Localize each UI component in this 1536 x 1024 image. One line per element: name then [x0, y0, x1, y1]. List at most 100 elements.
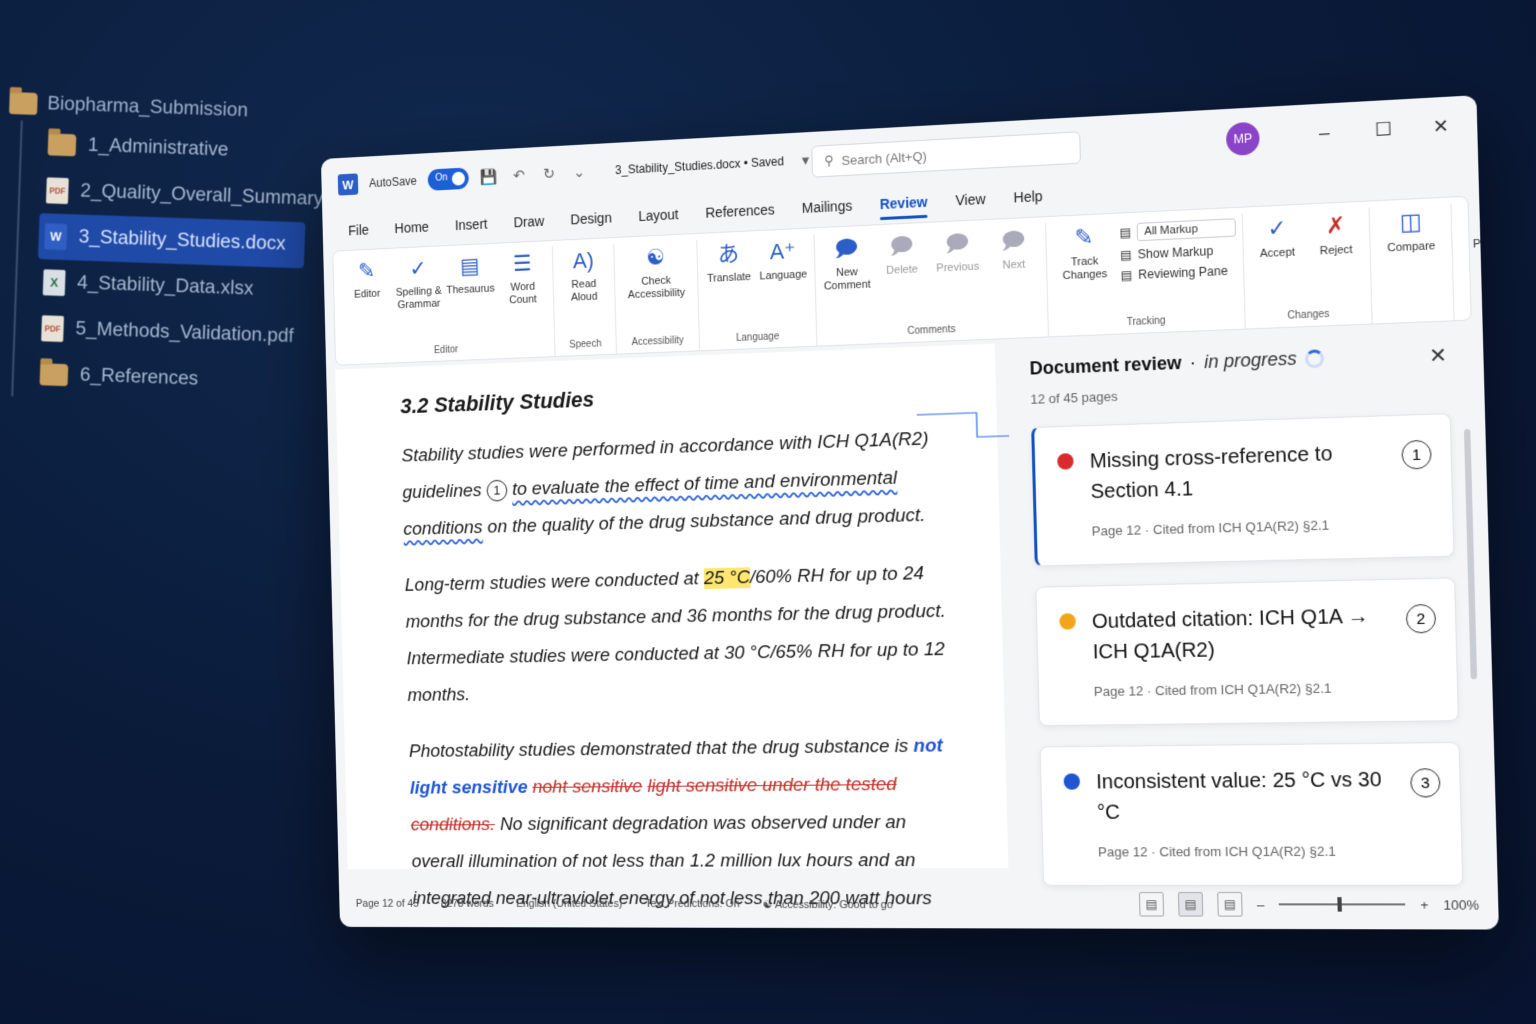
paragraph-2[interactable]: Long-term studies were conducted at 25 °…	[404, 554, 954, 714]
maximize-icon[interactable]: ☐	[1362, 114, 1405, 145]
tree-item-label: 6_References	[80, 365, 199, 391]
severity-dot-icon	[1059, 613, 1076, 630]
issue-meta: Page 12 · Cited from ICH Q1A(R2) §2.1	[1094, 679, 1436, 699]
tab-help[interactable]: Help	[1001, 187, 1055, 214]
word-count-button[interactable]: ☰ Word Count	[497, 247, 547, 308]
compare-button[interactable]: ◫ Compare	[1376, 204, 1445, 256]
translate-icon: あ	[715, 240, 743, 269]
markup-select[interactable]: All Markup	[1137, 218, 1236, 241]
accept-icon: ✓	[1262, 214, 1292, 244]
excel-file-icon: X	[43, 269, 66, 296]
search-icon: ⚲	[824, 153, 834, 169]
tab-mailings[interactable]: Mailings	[790, 197, 864, 225]
check-accessibility-button[interactable]: ☯ Check Accessibility	[620, 240, 692, 303]
search-box[interactable]: ⚲ Search (Alt+Q)	[811, 131, 1081, 177]
autosave-toggle[interactable]: On	[428, 167, 469, 190]
reviewing-pane-label: Reviewing Pane	[1138, 264, 1228, 282]
close-pane-icon[interactable]: ✕	[1429, 342, 1448, 369]
tree-item-label: 4_Stability_Data.xlsx	[77, 272, 254, 300]
language-button[interactable]: A⁺ Language	[757, 235, 809, 284]
previous-comment-button[interactable]: 🗩 Previous	[931, 226, 984, 276]
avatar[interactable]: MP	[1226, 122, 1260, 157]
show-markup-button[interactable]: ▤ Show Markup	[1120, 243, 1237, 263]
zoom-slider[interactable]	[1279, 903, 1405, 905]
read-mode-icon[interactable]: ▤	[1139, 892, 1164, 916]
new-comment-button[interactable]: 🗩 New Comment	[820, 232, 873, 294]
issue-marker-1[interactable]: 1	[486, 480, 507, 502]
issue-title: Outdated citation: ICH Q1A → ICH Q1A(R2)	[1092, 601, 1384, 668]
accessibility-status-label: Accessibility: Good to go	[775, 899, 893, 911]
file-tree: Biopharma_Submission 1_Administrative PD…	[0, 86, 310, 406]
language-status[interactable]: English (United States)	[516, 898, 622, 910]
read-aloud-button[interactable]: A) Read Aloud	[558, 244, 609, 305]
close-icon[interactable]: ✕	[1419, 111, 1463, 142]
accept-button[interactable]: ✓ Accept	[1249, 211, 1305, 262]
page-indicator[interactable]: Page 12 of 45	[356, 898, 419, 910]
tab-design[interactable]: Design	[559, 209, 624, 236]
severity-dot-icon	[1057, 453, 1074, 470]
tab-draw[interactable]: Draw	[502, 213, 556, 239]
track-changes-label: Track Changes	[1053, 254, 1117, 284]
issue-card-3[interactable]: Inconsistent value: 25 °C vs 30 °C Page …	[1040, 742, 1464, 886]
highlighted-value[interactable]: 25 °C	[704, 567, 751, 589]
word-count-status[interactable]: 8278 words	[441, 898, 494, 910]
tree-children: 1_Administrative PDF 2_Quality_Overall_S…	[11, 120, 308, 406]
zoom-level[interactable]: 100%	[1443, 897, 1479, 913]
reject-button[interactable]: ✗ Reject	[1308, 208, 1364, 259]
save-icon[interactable]: 💾	[480, 167, 499, 187]
issue-page: Page 12	[1091, 522, 1141, 539]
minimize-icon[interactable]: –	[1303, 117, 1346, 148]
word-file-icon: W	[44, 223, 67, 250]
tracked-deletion-1[interactable]: noht sensitive	[532, 776, 642, 797]
delete-comment-button[interactable]: 🗩 Delete	[875, 229, 928, 279]
undo-icon[interactable]: ↶	[509, 165, 528, 185]
issue-citation: Cited from ICH Q1A(R2) §2.1	[1159, 843, 1336, 859]
web-layout-icon[interactable]: ▤	[1217, 892, 1243, 917]
redo-icon[interactable]: ↻	[539, 164, 558, 184]
status-bar: Page 12 of 45 8278 words English (United…	[339, 879, 1499, 929]
paragraph-1[interactable]: Stability studies were performed in acco…	[401, 420, 950, 549]
issue-citation: Cited from ICH Q1A(R2) §2.1	[1153, 517, 1330, 537]
group-comments: 🗩 New Comment 🗩 Delete 🗩 Previous 🗩 Next Com…	[814, 223, 1049, 345]
spelling-button[interactable]: ✓ Spelling & Grammar	[394, 252, 443, 312]
zoom-in-icon[interactable]: +	[1420, 897, 1429, 913]
tab-layout[interactable]: Layout	[627, 206, 691, 233]
translate-button[interactable]: あ Translate	[703, 237, 754, 286]
issue-page: Page 12	[1094, 683, 1144, 699]
document-title[interactable]: 3_Stability_Studies.docx • Saved	[615, 154, 784, 177]
track-changes-button[interactable]: ✎ Track Changes	[1052, 220, 1117, 284]
reviewing-pane-button[interactable]: ▤ Reviewing Pane	[1120, 263, 1237, 282]
reject-icon: ✗	[1320, 211, 1350, 241]
reject-label: Reject	[1320, 244, 1353, 259]
protect-button[interactable]: 🔒 Protect	[1458, 200, 1499, 252]
zoom-slider-thumb[interactable]	[1337, 897, 1342, 911]
p1-text-c: on the quality of the drug substance and…	[487, 505, 925, 538]
tab-home[interactable]: Home	[383, 218, 440, 244]
print-layout-icon[interactable]: ▤	[1178, 892, 1203, 917]
document-canvas[interactable]: 3.2 Stability Studies Stability studies …	[335, 344, 1008, 870]
tab-file[interactable]: File	[337, 221, 380, 246]
zoom-out-icon[interactable]: –	[1257, 897, 1265, 912]
group-editor: ✎ Editor ✓ Spelling & Grammar ▤ Thesaurus ☰…	[337, 247, 555, 365]
group-accessibility: ☯ Check Accessibility Accessibility	[614, 240, 700, 354]
issue-connector-line	[917, 405, 1018, 449]
tree-item-references[interactable]: 6_References	[33, 351, 300, 406]
next-comment-button[interactable]: 🗩 Next	[987, 224, 1041, 274]
text-predictions-status[interactable]: Text Predictions: On	[645, 898, 740, 910]
issue-card-2[interactable]: Outdated citation: ICH Q1A → ICH Q1A(R2)…	[1035, 577, 1459, 726]
tab-insert[interactable]: Insert	[444, 215, 499, 241]
pane-scrollbar[interactable]	[1464, 429, 1477, 679]
lock-icon: 🔒	[1475, 203, 1498, 234]
tab-references[interactable]: References	[694, 201, 787, 229]
tab-review[interactable]: Review	[868, 193, 940, 221]
previous-comment-icon: 🗩	[943, 229, 972, 258]
tab-view[interactable]: View	[943, 190, 998, 217]
review-progress: 12 of 45 pages	[1030, 377, 1450, 407]
issue-card-1[interactable]: Missing cross-reference to Section 4.1 P…	[1031, 413, 1454, 566]
thesaurus-button[interactable]: ▤ Thesaurus	[445, 250, 494, 298]
accessibility-status[interactable]: ☯ Accessibility: Good to go	[763, 898, 893, 911]
chevron-down-icon[interactable]: ⌄	[570, 162, 589, 183]
editor-button[interactable]: ✎ Editor	[343, 255, 392, 303]
comment-icon: 🗩	[832, 234, 860, 263]
issue-title: Inconsistent value: 25 °C vs 30 °C	[1096, 764, 1388, 828]
